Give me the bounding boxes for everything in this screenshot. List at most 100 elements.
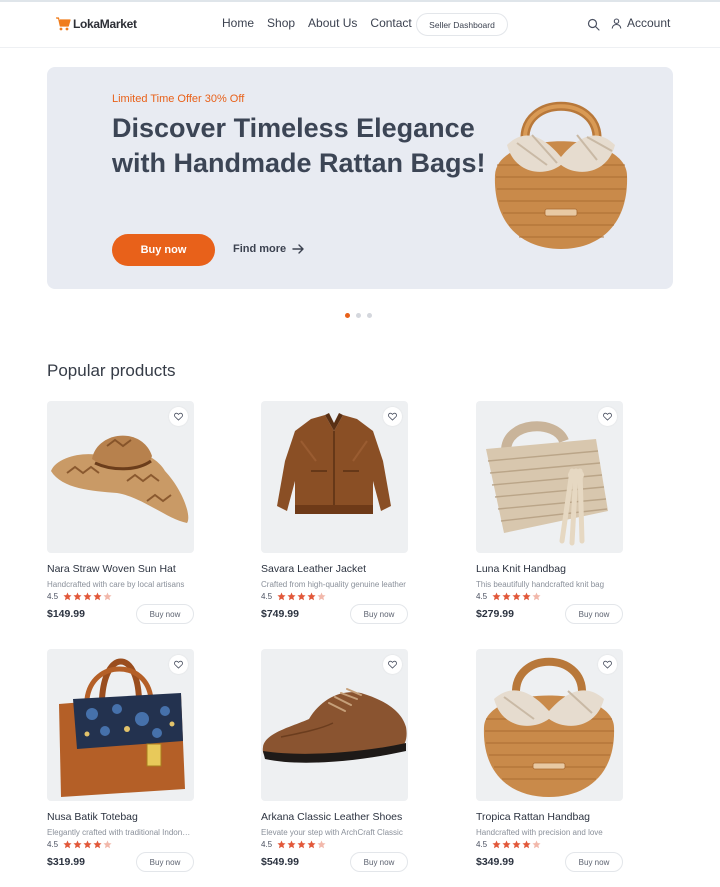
nav-contact[interactable]: Contact	[370, 16, 411, 30]
product-rating: 4.5	[476, 592, 626, 601]
product-name[interactable]: Arkana Classic Leather Shoes	[261, 811, 409, 823]
product-image[interactable]	[261, 401, 408, 553]
star-filled-icon	[73, 840, 82, 849]
star-filled-icon	[502, 840, 511, 849]
star-filled-icon	[93, 840, 102, 849]
rating-stars	[492, 592, 541, 601]
buy-now-button[interactable]: Buy now	[565, 852, 623, 872]
rating-stars	[277, 592, 326, 601]
carousel-dot-1[interactable]	[345, 313, 350, 318]
star-filled-icon	[502, 592, 511, 601]
star-filled-icon	[277, 840, 286, 849]
logo[interactable]: LokaMarket	[55, 16, 137, 32]
rating-value: 4.5	[261, 840, 273, 849]
heart-icon	[174, 412, 183, 421]
search-icon[interactable]	[587, 18, 600, 31]
rating-value: 4.5	[476, 592, 488, 601]
rattan-bag-image	[494, 101, 628, 249]
product-card[interactable]: Savara Leather Jacket Crafted from high-…	[261, 401, 411, 624]
hero-offer-text: Limited Time Offer 30% Off	[112, 93, 245, 105]
product-name[interactable]: Tropica Rattan Handbag	[476, 811, 624, 823]
product-image[interactable]	[47, 649, 194, 801]
star-filled-icon	[492, 592, 501, 601]
site-header: LokaMarket Home Shop About Us Contact Se…	[0, 2, 720, 48]
buy-now-button[interactable]: Buy now	[136, 604, 194, 624]
buy-now-button[interactable]: Buy now	[350, 852, 408, 872]
rating-value: 4.5	[261, 592, 273, 601]
star-filled-icon	[492, 840, 501, 849]
product-price: $749.99	[261, 608, 299, 620]
wishlist-button[interactable]	[169, 655, 188, 674]
nav-shop[interactable]: Shop	[267, 16, 295, 30]
hero-find-more-link[interactable]: Find more	[233, 243, 304, 255]
rating-stars	[492, 840, 541, 849]
star-filled-icon	[522, 840, 531, 849]
wishlist-button[interactable]	[598, 655, 617, 674]
product-price: $549.99	[261, 856, 299, 868]
wishlist-button[interactable]	[169, 407, 188, 426]
star-filled-icon	[297, 840, 306, 849]
cart-logo-icon	[56, 17, 71, 31]
heart-icon	[388, 660, 397, 669]
star-filled-icon	[297, 592, 306, 601]
product-image[interactable]	[261, 649, 408, 801]
product-name[interactable]: Luna Knit Handbag	[476, 563, 624, 575]
main-nav: Home Shop About Us Contact	[222, 16, 412, 30]
hero-title: Discover Timeless Elegance with Handmade…	[112, 113, 486, 178]
seller-dashboard-button[interactable]: Seller Dashboard	[416, 13, 508, 36]
hero-buy-now-button[interactable]: Buy now	[112, 234, 215, 266]
product-description: Handcrafted with care by local artisans	[47, 580, 185, 589]
star-filled-icon	[93, 592, 102, 601]
heart-icon	[388, 412, 397, 421]
buy-now-button[interactable]: Buy now	[565, 604, 623, 624]
rating-stars	[63, 840, 112, 849]
rating-value: 4.5	[47, 592, 59, 601]
heart-icon	[603, 660, 612, 669]
star-filled-icon	[307, 840, 316, 849]
star-filled-icon	[63, 840, 72, 849]
product-card[interactable]: Nusa Batik Totebag Elegantly crafted wit…	[47, 649, 197, 872]
product-card[interactable]: Tropica Rattan Handbag Handcrafted with …	[476, 649, 626, 872]
product-name[interactable]: Nara Straw Woven Sun Hat	[47, 563, 195, 575]
carousel-dot-2[interactable]	[356, 313, 361, 318]
rating-stars	[277, 840, 326, 849]
nav-about-us[interactable]: About Us	[308, 16, 357, 30]
star-empty-icon	[103, 840, 112, 849]
product-card[interactable]: Luna Knit Handbag This beautifully handc…	[476, 401, 626, 624]
product-image[interactable]	[476, 649, 623, 801]
product-description: This beautifully handcrafted knit bag	[476, 580, 605, 589]
product-image[interactable]	[476, 401, 623, 553]
wishlist-button[interactable]	[383, 407, 402, 426]
product-card[interactable]: Arkana Classic Leather Shoes Elevate you…	[261, 649, 411, 872]
carousel-dots	[345, 313, 372, 318]
star-filled-icon	[512, 840, 521, 849]
product-name[interactable]: Savara Leather Jacket	[261, 563, 409, 575]
product-description: Elevate your step with ArchCraft Classic	[261, 828, 403, 837]
user-icon	[611, 17, 622, 29]
product-card[interactable]: Nara Straw Woven Sun Hat Handcrafted wit…	[47, 401, 197, 624]
product-description: Elegantly crafted with traditional Indon…	[47, 828, 193, 837]
star-filled-icon	[63, 592, 72, 601]
star-empty-icon	[103, 592, 112, 601]
buy-now-button[interactable]: Buy now	[350, 604, 408, 624]
buy-now-button[interactable]: Buy now	[136, 852, 194, 872]
wishlist-button[interactable]	[598, 407, 617, 426]
product-price: $279.99	[476, 608, 514, 620]
product-description: Crafted from high-quality genuine leathe…	[261, 580, 406, 589]
account-label: Account	[627, 16, 671, 30]
product-description: Handcrafted with precision and love	[476, 828, 603, 837]
star-filled-icon	[83, 840, 92, 849]
nav-home[interactable]: Home	[222, 16, 254, 30]
star-filled-icon	[522, 592, 531, 601]
star-filled-icon	[287, 592, 296, 601]
rating-value: 4.5	[476, 840, 488, 849]
star-empty-icon	[532, 592, 541, 601]
product-name[interactable]: Nusa Batik Totebag	[47, 811, 195, 823]
star-filled-icon	[512, 592, 521, 601]
product-image[interactable]	[47, 401, 194, 553]
find-more-label: Find more	[233, 243, 287, 255]
star-filled-icon	[307, 592, 316, 601]
account-link[interactable]: Account	[611, 16, 670, 30]
carousel-dot-3[interactable]	[367, 313, 372, 318]
wishlist-button[interactable]	[383, 655, 402, 674]
